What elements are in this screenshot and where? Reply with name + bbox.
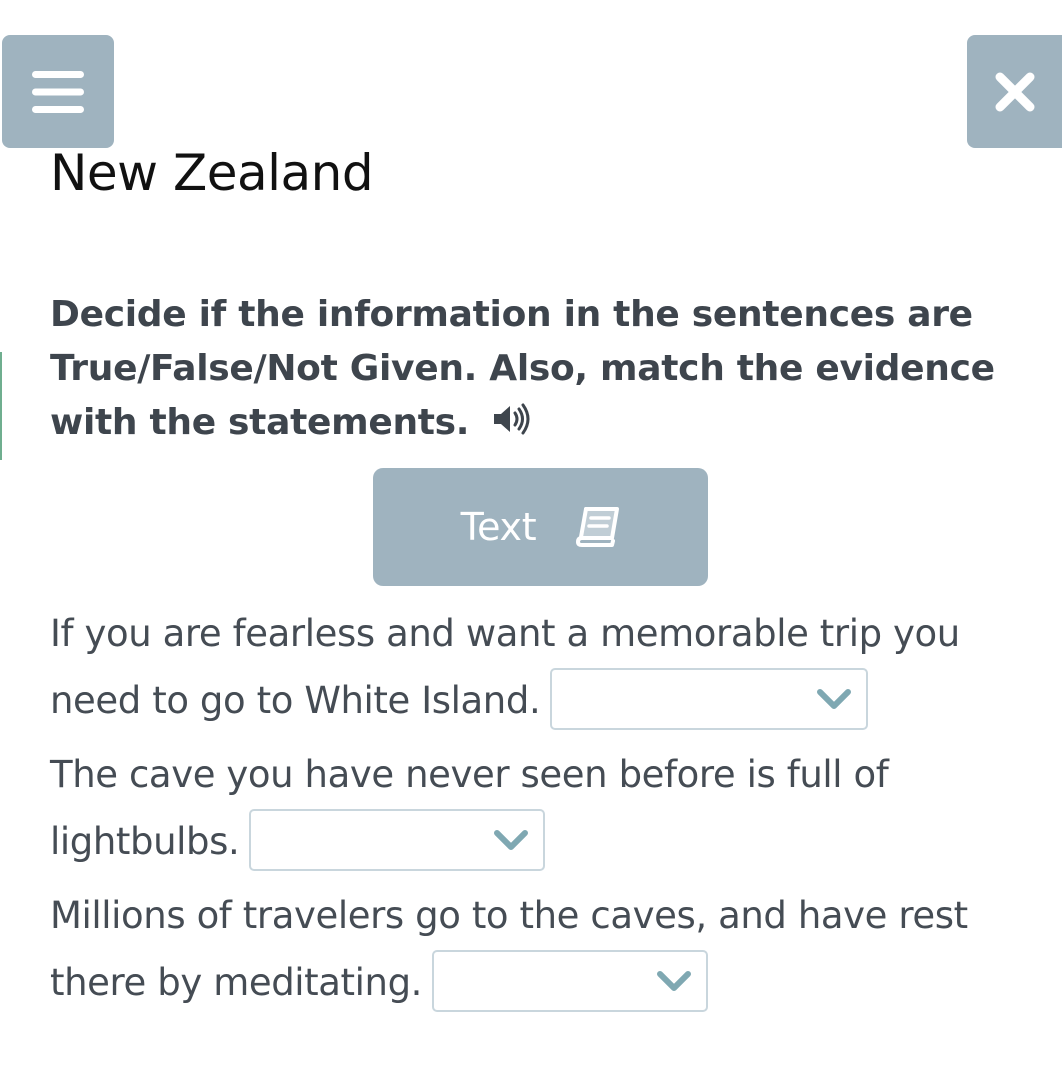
text-button-label: Text — [460, 505, 537, 549]
instructions: Decide if the information in the sentenc… — [50, 288, 1010, 450]
book-icon — [576, 507, 620, 547]
close-button[interactable] — [967, 35, 1062, 148]
chevron-down-icon — [494, 829, 529, 850]
chevron-down-icon — [817, 688, 852, 709]
answer-select-2[interactable] — [249, 808, 546, 871]
answer-select-1[interactable] — [550, 667, 869, 730]
left-accent-bar — [0, 352, 2, 460]
answer-select-3[interactable] — [432, 949, 709, 1012]
question-3: Millions of travelers go to the caves, a… — [50, 882, 1010, 1016]
speaker-icon[interactable] — [491, 399, 531, 439]
question-2: The cave you have never seen before is f… — [50, 741, 1010, 875]
close-icon — [995, 72, 1034, 111]
page-title: New Zealand — [50, 144, 374, 202]
question-1: If you are fearless and want a memorable… — [50, 600, 1010, 734]
chevron-down-icon — [657, 970, 692, 991]
hamburger-icon — [32, 70, 84, 113]
text-button[interactable]: Text — [373, 468, 708, 586]
menu-button[interactable] — [2, 35, 114, 148]
questions-list: If you are fearless and want a memorable… — [50, 600, 1010, 1023]
